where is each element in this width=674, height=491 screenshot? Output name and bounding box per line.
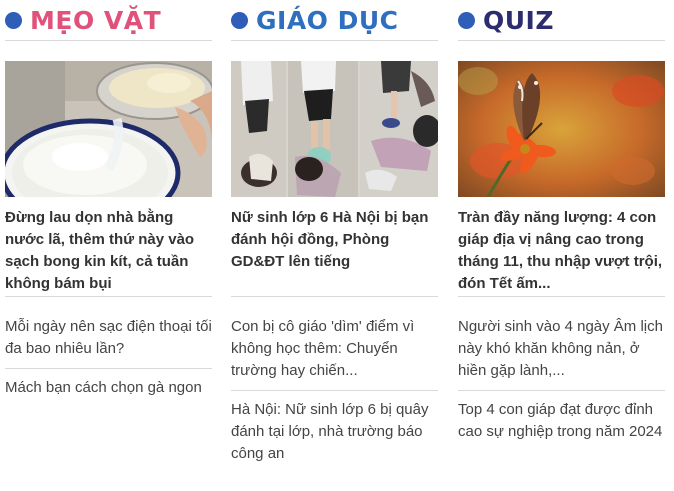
article-link[interactable]: Hà Nội: Nữ sinh lớp 6 bị quây đánh tại l… <box>231 399 438 465</box>
article-link[interactable]: Người sinh vào 4 ngày Âm lịch này khó kh… <box>458 316 665 382</box>
category-title[interactable]: GIÁO DỤC <box>256 8 399 33</box>
category-column-quiz: QUIZ Tràn đầy năng lượng: 4 con giáp địa… <box>458 0 665 440</box>
butterfly-flower-image <box>458 61 665 197</box>
divider <box>458 390 665 391</box>
category-column-giao-duc: GIÁO DỤC Nữ sinh lớp 6 Hà Nội bị bạn đán… <box>231 0 438 462</box>
divider <box>458 296 665 297</box>
featured-article-title[interactable]: Nữ sinh lớp 6 Hà Nội bị bạn đánh hội đồn… <box>231 207 438 273</box>
divider <box>5 296 212 297</box>
divider <box>231 390 438 391</box>
bullet-dot-icon <box>5 11 22 29</box>
bullet-dot-icon <box>231 11 248 29</box>
article-link[interactable]: Con bị cô giáo 'dìm' điểm vì không học t… <box>231 316 438 382</box>
article-link[interactable]: Top 4 con giáp đạt được đỉnh cao sự nghi… <box>458 399 665 443</box>
category-header: MẸO VẶT <box>5 0 212 41</box>
article-link[interactable]: Mỗi ngày nên sạc điện thoại tối đa bao n… <box>5 316 212 360</box>
bullet-dot-icon <box>458 11 475 29</box>
category-title[interactable]: QUIZ <box>483 8 554 33</box>
divider <box>231 296 438 297</box>
featured-article-title[interactable]: Tràn đầy năng lượng: 4 con giáp địa vị n… <box>458 207 665 295</box>
article-thumbnail[interactable] <box>458 61 665 197</box>
divider <box>5 368 212 369</box>
school-incident-collage-image <box>231 61 438 197</box>
rice-water-bowl-image <box>5 61 212 197</box>
category-title[interactable]: MẸO VẶT <box>30 8 161 33</box>
article-link[interactable]: Mách bạn cách chọn gà ngon <box>5 377 212 399</box>
category-header: QUIZ <box>458 0 665 41</box>
article-thumbnail[interactable] <box>5 61 212 197</box>
article-thumbnail[interactable] <box>231 61 438 197</box>
category-column-meo-vat: MẸO VẶT Đừng lau dọn nhà bằng nước lã, t… <box>5 0 212 396</box>
featured-article-title[interactable]: Đừng lau dọn nhà bằng nước lã, thêm thứ … <box>5 207 212 295</box>
category-header: GIÁO DỤC <box>231 0 438 41</box>
